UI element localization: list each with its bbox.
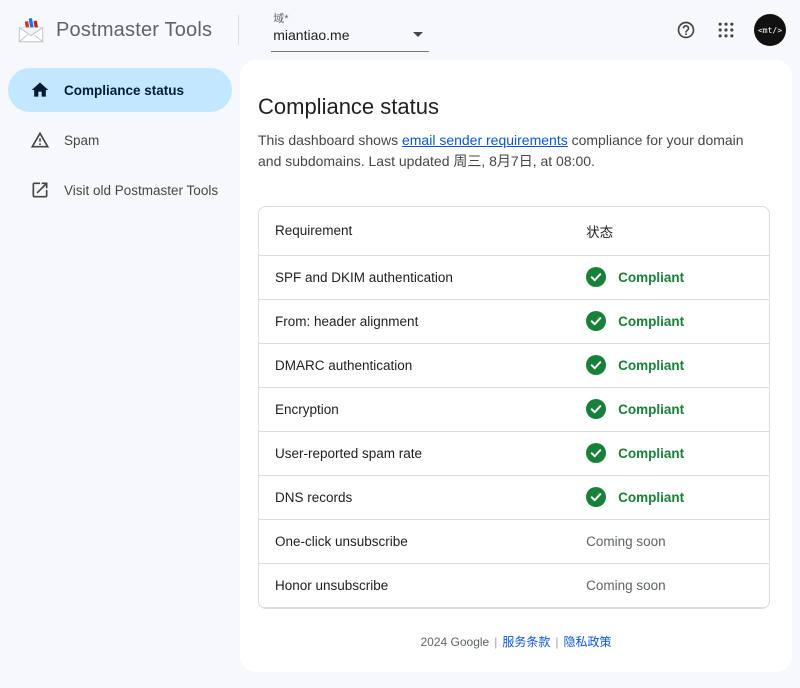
status-text: Coming soon [586,534,666,549]
open-in-new-icon [30,180,50,200]
check-circle-icon [586,443,606,463]
requirement-cell: DNS records [259,475,570,519]
help-icon [676,20,696,40]
main-content-card: Compliance status This dashboard shows e… [240,60,792,672]
requirement-cell: User-reported spam rate [259,431,570,475]
page-title: Compliance status [258,94,770,120]
status-text: Compliant [618,270,684,285]
sidebar-item-label: Visit old Postmaster Tools [64,183,218,198]
table-body: SPF and DKIM authentication Compliant [259,255,769,607]
status-cell: Compliant [570,475,769,519]
footer-separator: | [555,635,558,649]
requirement-cell: Encryption [259,387,570,431]
avatar-text: <mt/> [758,26,782,35]
apps-grid-icon [716,20,736,40]
footer-link-terms[interactable]: 服务条款 [502,635,550,649]
footer-link-privacy[interactable]: 隐私政策 [563,635,611,649]
check-circle-icon [586,267,606,287]
domain-selector-label: 域* [273,13,427,26]
status-cell: Compliant [570,299,769,343]
status-text: Compliant [618,402,684,417]
header-divider [238,15,239,45]
requirement-cell: One-click unsubscribe [259,519,570,563]
compliance-table: Requirement 状态 SPF and DKIM authenticati… [258,206,770,609]
table-row: One-click unsubscribe Coming soon [259,519,769,563]
apps-grid-button[interactable] [706,10,746,50]
requirement-cell: SPF and DKIM authentication [259,255,570,299]
domain-selector[interactable]: 域* miantiao.me [271,9,429,52]
home-icon [30,80,50,100]
status-cell: Compliant [570,431,769,475]
requirement-cell: Honor unsubscribe [259,563,570,607]
app-header: Postmaster Tools 域* miantiao.me <mt/> [0,0,800,60]
sidebar-item-label: Compliance status [64,83,184,98]
help-button[interactable] [666,10,706,50]
status-cell: Compliant [570,343,769,387]
check-circle-icon [586,399,606,419]
dropdown-arrow-icon [413,32,423,37]
check-circle-icon [586,311,606,331]
status-cell: Coming soon [570,519,769,563]
app-logo[interactable]: Postmaster Tools [16,16,212,44]
status-text: Compliant [618,358,684,373]
sidebar-item-compliance-status[interactable]: Compliance status [8,68,232,112]
sidebar-item-label: Spam [64,133,99,148]
table-row: DMARC authentication Compliant [259,343,769,387]
postmaster-logo-icon [16,16,46,44]
check-circle-icon [586,355,606,375]
status-text: Compliant [618,490,684,505]
table-row: SPF and DKIM authentication Compliant [259,255,769,299]
table-row: User-reported spam rate Compliant [259,431,769,475]
column-header-requirement: Requirement [259,207,570,255]
domain-selector-value: miantiao.me [273,27,349,43]
table-row: Honor unsubscribe Coming soon [259,563,769,607]
column-header-status: 状态 [570,207,769,255]
avatar[interactable]: <mt/> [754,14,786,46]
requirement-cell: DMARC authentication [259,343,570,387]
check-circle-icon [586,487,606,507]
footer-separator: | [494,635,497,649]
table-header-row: Requirement 状态 [259,207,769,255]
status-cell: Compliant [570,255,769,299]
description-prefix: This dashboard shows [258,132,402,148]
table-row: Encryption Compliant [259,387,769,431]
status-text: Compliant [618,446,684,461]
status-cell: Coming soon [570,563,769,607]
status-text: Compliant [618,314,684,329]
table-row: From: header alignment Compliant [259,299,769,343]
app-title: Postmaster Tools [56,19,212,42]
status-cell: Compliant [570,387,769,431]
sidebar-item-visit-old-postmaster-tools[interactable]: Visit old Postmaster Tools [8,168,232,212]
warning-icon [30,130,50,150]
table-row: DNS records Compliant [259,475,769,519]
sidebar: Compliance status Spam Visit old Postmas… [0,60,240,688]
requirement-cell: From: header alignment [259,299,570,343]
page-description: This dashboard shows email sender requir… [258,130,770,172]
email-sender-requirements-link[interactable]: email sender requirements [402,132,568,148]
status-text: Coming soon [586,578,666,593]
footer: 2024 Google | 服务条款 | 隐私政策 [240,615,792,672]
footer-copyright: 2024 Google [420,635,489,649]
sidebar-item-spam[interactable]: Spam [8,118,232,162]
